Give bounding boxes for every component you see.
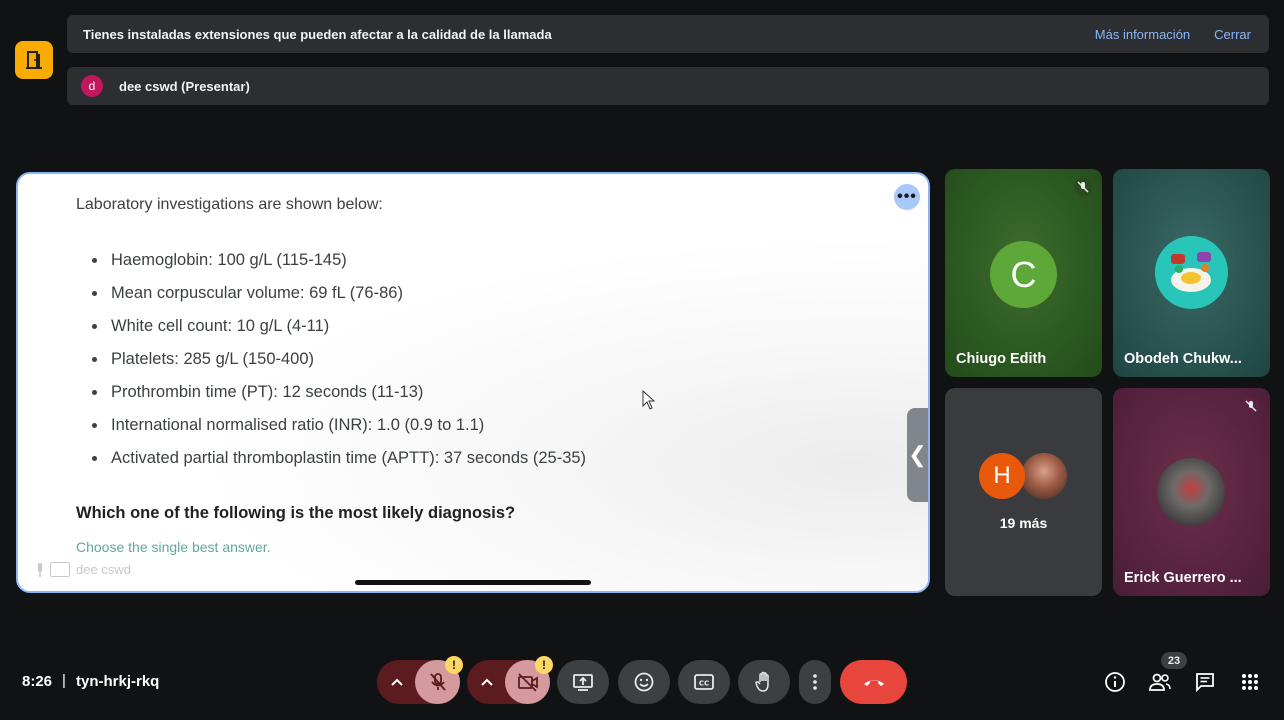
chevron-up-icon <box>481 678 493 686</box>
svg-text:CC: CC <box>699 680 709 688</box>
send-reaction-button[interactable] <box>618 660 670 704</box>
muted-indicator <box>1074 178 1092 196</box>
chat-icon <box>1196 673 1214 693</box>
camera-off-icon <box>517 673 538 692</box>
audio-options-button[interactable] <box>377 660 417 704</box>
avatar: C <box>990 241 1057 308</box>
present-screen-icon <box>573 674 593 691</box>
avatar: H <box>979 453 1025 499</box>
collapse-panel-tab[interactable]: ❮ <box>907 408 928 502</box>
participant-name: Erick Guerrero ... <box>1124 570 1242 586</box>
camera-warning-badge: ! <box>535 656 553 674</box>
extensions-warning-banner: Tienes instaladas extensiones que pueden… <box>67 15 1269 53</box>
chevron-left-icon: ❮ <box>908 442 927 467</box>
avatar <box>1155 236 1228 309</box>
mic-icon <box>38 562 42 577</box>
list-item: International normalised ratio (INR): 1.… <box>92 409 586 442</box>
clock: 8:26 <box>22 673 53 690</box>
avatar <box>1021 453 1067 499</box>
list-item: Mean corpuscular volume: 69 fL (76-86) <box>92 277 586 310</box>
chevron-up-icon <box>391 678 403 686</box>
more-participants-count: 19 más <box>999 515 1048 531</box>
presenter-tag: dee cswd <box>36 562 131 577</box>
leave-call-button[interactable] <box>840 660 907 704</box>
captions-icon: CC <box>694 674 714 690</box>
door-icon <box>26 51 42 69</box>
extensions-message: Tienes instaladas extensiones que pueden… <box>83 26 552 42</box>
presentation-more-button[interactable]: ••• <box>894 184 920 210</box>
list-item: Prothrombin time (PT): 12 seconds (11-13… <box>92 376 586 409</box>
activities-button[interactable] <box>1230 662 1270 702</box>
list-item: Platelets: 285 g/L (150-400) <box>92 343 586 376</box>
raise-hand-button[interactable] <box>738 660 790 704</box>
emoji-icon <box>634 672 654 692</box>
participant-name: Obodeh Chukw... <box>1124 351 1242 367</box>
more-vert-icon <box>813 674 817 690</box>
mic-off-icon <box>429 673 446 691</box>
mouse-cursor-icon <box>642 390 656 410</box>
instruction-text: Choose the single best answer. <box>76 539 271 555</box>
list-item: White cell count: 10 g/L (4-11) <box>92 310 586 343</box>
presentation-stage[interactable]: Laboratory investigations are shown belo… <box>16 172 930 593</box>
question-text: Which one of the following is the most l… <box>76 504 516 522</box>
participant-tile-chiugo[interactable]: C Chiugo Edith <box>945 169 1102 377</box>
mic-off-icon <box>1077 181 1089 193</box>
more-info-link[interactable]: Más información <box>1095 27 1190 42</box>
separator: | <box>62 672 66 689</box>
more-horiz-icon: ••• <box>897 188 917 205</box>
people-icon <box>1149 673 1171 691</box>
muted-indicator <box>1242 397 1260 415</box>
more-options-button[interactable] <box>799 660 831 704</box>
list-item: Haemoglobin: 100 g/L (115-145) <box>92 244 586 277</box>
door-button[interactable] <box>15 41 53 79</box>
meeting-details-button[interactable] <box>1095 662 1135 702</box>
present-now-button[interactable] <box>557 660 609 704</box>
food-avatar-icon <box>1171 252 1211 292</box>
presenter-banner[interactable]: d dee cswd (Presentar) <box>67 67 1269 105</box>
presenter-name: dee cswd <box>76 562 131 577</box>
screen-share-icon <box>50 562 70 577</box>
meeting-code: tyn-hrkj-rkq <box>76 673 160 690</box>
chat-button[interactable] <box>1185 662 1225 702</box>
participant-tile-obodeh[interactable]: Obodeh Chukw... <box>1113 169 1270 377</box>
mic-warning-badge: ! <box>445 656 463 674</box>
mic-off-icon <box>1245 400 1257 412</box>
slide-heading: Laboratory investigations are shown belo… <box>76 196 383 213</box>
close-banner-link[interactable]: Cerrar <box>1214 27 1251 42</box>
end-call-icon <box>863 680 884 686</box>
presenter-avatar: d <box>81 75 103 97</box>
captions-button[interactable]: CC <box>678 660 730 704</box>
more-participants-tile[interactable]: H 19 más <box>945 388 1102 596</box>
participant-name: Chiugo Edith <box>956 351 1047 367</box>
raise-hand-icon <box>755 671 769 692</box>
list-item: Activated partial thromboplastin time (A… <box>92 442 586 475</box>
presenter-label: dee cswd (Presentar) <box>119 78 250 94</box>
info-icon <box>1105 672 1125 692</box>
slide-scroll-indicator[interactable] <box>355 580 591 585</box>
video-options-button[interactable] <box>467 660 507 704</box>
lab-results-list: Haemoglobin: 100 g/L (115-145) Mean corp… <box>92 244 586 475</box>
avatar <box>1157 458 1225 526</box>
apps-grid-icon <box>1242 674 1258 690</box>
participant-count-badge: 23 <box>1161 652 1187 669</box>
participant-tile-erick[interactable]: Erick Guerrero ... <box>1113 388 1270 596</box>
